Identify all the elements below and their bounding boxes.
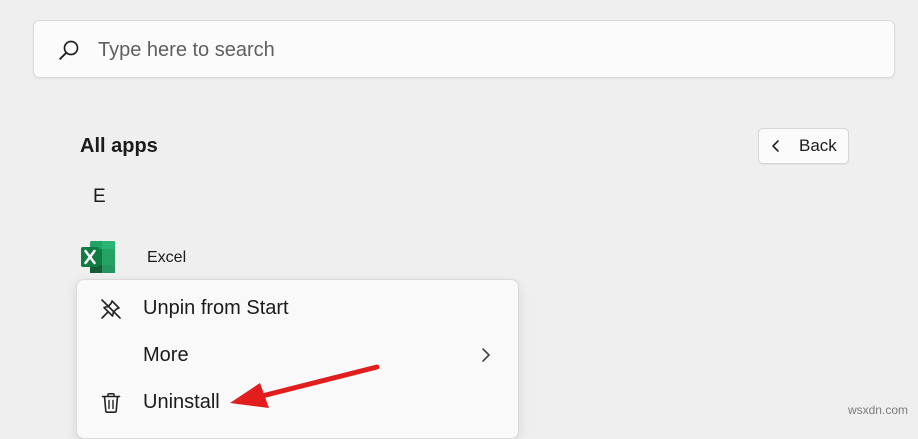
section-letter[interactable]: E [93, 185, 106, 209]
menu-item-more[interactable]: More [81, 333, 514, 377]
app-list-item-excel[interactable]: Excel [76, 235, 376, 279]
menu-item-unpin-from-start[interactable]: Unpin from Start [81, 286, 514, 330]
trash-icon [99, 391, 123, 415]
chevron-right-icon [480, 346, 492, 364]
chevron-left-icon [769, 139, 783, 153]
menu-item-uninstall[interactable]: Uninstall [81, 380, 514, 424]
search-icon [57, 38, 81, 62]
back-button-label: Back [799, 136, 837, 155]
menu-item-label: Uninstall [143, 391, 220, 413]
excel-icon [80, 240, 116, 274]
watermark-text: wsxdn.com [847, 403, 908, 417]
all-apps-title: All apps [80, 135, 158, 157]
search-placeholder: Type here to search [98, 39, 275, 61]
menu-item-label: More [143, 344, 189, 366]
context-menu: Unpin from Start More Uninstall [76, 279, 519, 439]
app-name-excel: Excel [147, 249, 187, 266]
menu-item-label: Unpin from Start [143, 297, 289, 319]
back-button[interactable]: Back [758, 128, 849, 164]
unpin-icon [99, 297, 123, 321]
search-box[interactable]: Type here to search [33, 20, 895, 78]
